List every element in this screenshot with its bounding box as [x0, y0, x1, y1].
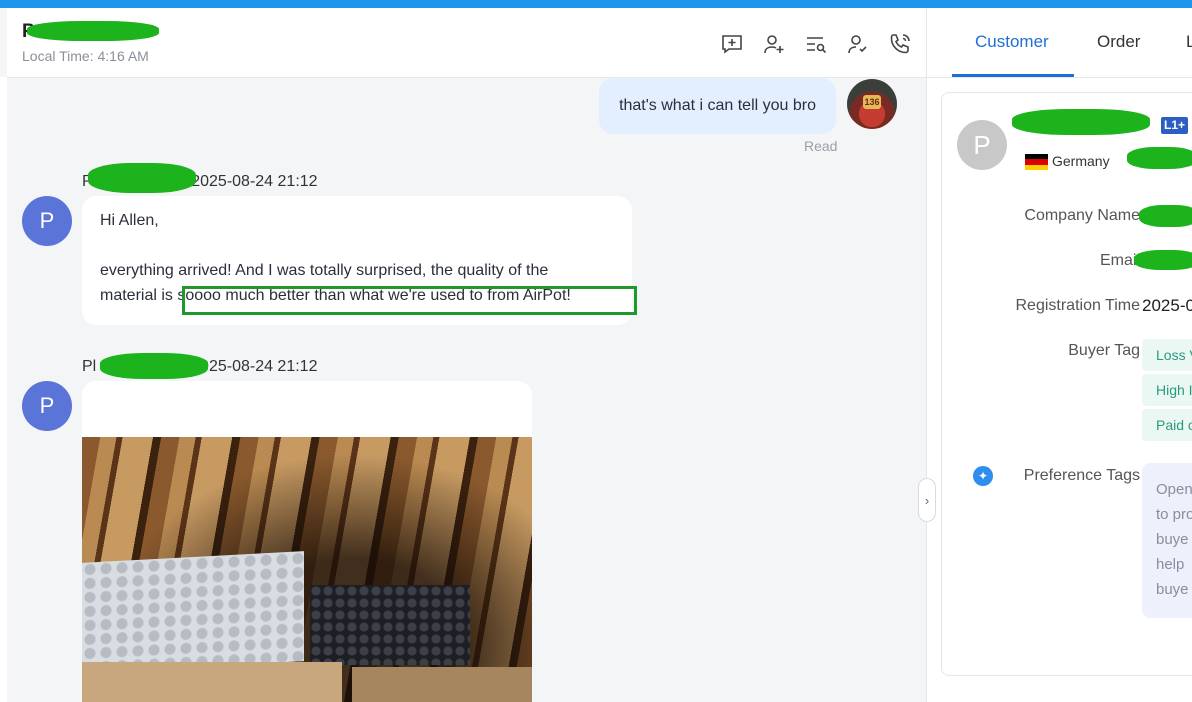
- customer-avatar: P: [957, 120, 1007, 170]
- buyer-tag: High I: [1142, 374, 1192, 406]
- customer-avatar: P: [22, 196, 72, 246]
- redaction: [100, 353, 208, 379]
- local-time: Local Time: 4:16 AM: [22, 48, 149, 64]
- tab-customer[interactable]: Customer: [975, 32, 1049, 52]
- chat-area: P Local Time: 4:16 AM that's what i can …: [0, 8, 926, 702]
- message-time: 2025-08-24 21:12: [191, 358, 318, 375]
- preference-text: to pro: [1156, 506, 1192, 523]
- sparkle-icon: ✦: [973, 466, 993, 486]
- buyer-tag: Paid o: [1142, 409, 1192, 441]
- customer-panel: Customer Order L P L1+ Germany Company N…: [926, 8, 1192, 702]
- redaction: [1139, 205, 1192, 227]
- customer-country: Germany: [1052, 153, 1110, 169]
- preference-tags-box: Open to pro buye help buye: [1142, 463, 1192, 618]
- tab-more[interactable]: L: [1186, 32, 1192, 52]
- image-message[interactable]: [82, 381, 532, 702]
- redaction: [88, 163, 196, 193]
- customer-card: P L1+ Germany Company Name Email Registr…: [941, 92, 1192, 676]
- preference-text: buye: [1156, 581, 1189, 598]
- redaction: [27, 21, 159, 41]
- level-badge: L1+: [1161, 117, 1189, 134]
- phone-icon[interactable]: [886, 30, 914, 58]
- active-tab-indicator: [952, 74, 1074, 77]
- read-status: Read: [804, 138, 838, 154]
- collapse-panel-button[interactable]: ›: [918, 478, 936, 522]
- chat-add-icon[interactable]: [718, 30, 746, 58]
- redaction: [1134, 250, 1192, 270]
- message-time: 2025-08-24 21:12: [191, 173, 318, 190]
- buyer-tag: Loss V: [1142, 339, 1192, 371]
- registration-time-label: Registration Time: [1015, 297, 1141, 314]
- germany-flag-icon: [1025, 154, 1048, 170]
- chat-header: P Local Time: 4:16 AM: [7, 8, 926, 78]
- redaction: [1012, 109, 1150, 135]
- preference-text: help: [1156, 556, 1185, 573]
- search-list-icon[interactable]: [802, 30, 830, 58]
- preference-text: buye: [1156, 531, 1189, 548]
- outgoing-message: that's what i can tell you bro: [599, 78, 836, 134]
- customer-avatar: P: [22, 381, 72, 431]
- preference-text: Open: [1156, 481, 1192, 498]
- message-line: everything arrived! And I was totally su…: [100, 262, 549, 279]
- message-text: material is: [100, 287, 178, 304]
- highlight-annotation: [182, 286, 637, 315]
- message-line: Hi Allen,: [100, 212, 159, 229]
- tab-order[interactable]: Order: [1097, 32, 1140, 52]
- header-toolbar: [718, 30, 914, 58]
- user-add-icon[interactable]: [760, 30, 788, 58]
- top-accent-bar: [0, 0, 1192, 8]
- redaction: [1127, 147, 1192, 169]
- user-settings-icon[interactable]: [844, 30, 872, 58]
- company-name-label: Company Name: [1024, 207, 1140, 224]
- preference-tags-label: Preference Tags: [1023, 467, 1140, 484]
- avatar-badge: 136: [863, 95, 881, 109]
- sender-name: Pl: [82, 358, 97, 375]
- product-photo[interactable]: [82, 437, 532, 702]
- left-edge: [0, 77, 7, 702]
- panel-tabs: Customer Order L: [927, 8, 1192, 78]
- agent-avatar: 136: [847, 79, 897, 129]
- registration-time-value: 2025-0: [1142, 296, 1192, 315]
- buyer-tag-label: Buyer Tag: [1068, 342, 1140, 359]
